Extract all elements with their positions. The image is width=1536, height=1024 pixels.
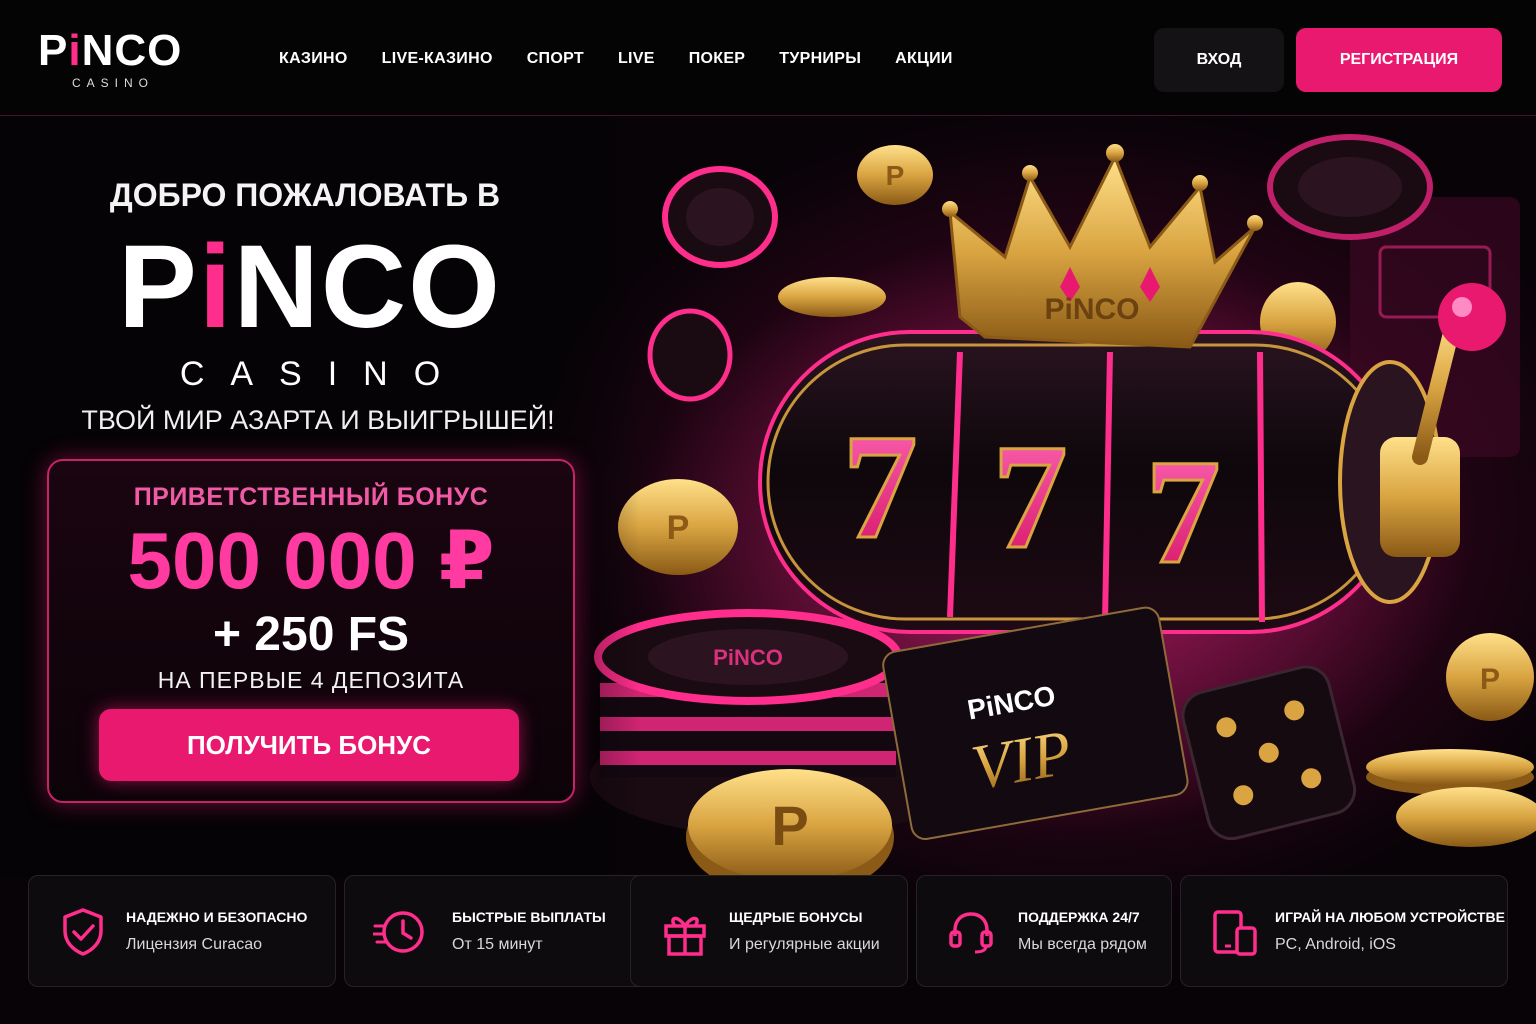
site-header: PiNCO CASINO КАЗИНО LIVE-КАЗИНО СПОРТ LI…	[0, 0, 1536, 116]
svg-text:7: 7	[843, 404, 918, 570]
nav-poker[interactable]: ПОКЕР	[672, 42, 763, 76]
hero-copy: ДОБРО ПОЖАЛОВАТЬ В PiNCO CASINO ТВОЙ МИР…	[0, 117, 640, 877]
site-logo[interactable]: PiNCO CASINO	[38, 26, 208, 96]
feature-title: БЫСТРЫЕ ВЫПЛАТЫ	[452, 909, 606, 925]
feature-title: ИГРАЙ НА ЛЮБОМ УСТРОЙСТВЕ	[1275, 909, 1505, 925]
logo-wordmark: PiNCO	[38, 26, 183, 75]
hero-logo: PiNCO	[118, 221, 502, 353]
nav-live[interactable]: LIVE	[601, 42, 672, 76]
svg-text:7: 7	[1146, 429, 1221, 595]
hero-banner: P P P PiNCO 7 7 7 PiNCO PiNCO VIP P ДОБР…	[0, 117, 1536, 1024]
bonus-amount: 500 000 ₽	[127, 516, 495, 605]
gold-coin: P	[1446, 633, 1534, 721]
hero-welcome: ДОБРО ПОЖАЛОВАТЬ В	[109, 177, 501, 213]
feature-subtitle: Мы всегда рядом	[1018, 936, 1147, 953]
hero-logo-subtitle: CASINO	[179, 355, 467, 393]
feature-subtitle: И регулярные акции	[729, 936, 880, 953]
gift-icon	[664, 916, 706, 956]
feature-subtitle: От 15 минут	[452, 936, 543, 953]
bonus-title: ПРИВЕТСТВЕННЫЙ БОНУС	[133, 483, 489, 511]
feature-safety: НАДЕЖНО И БЕЗОПАСНО Лицензия Curacao	[28, 875, 336, 987]
register-button[interactable]: РЕГИСТРАЦИЯ	[1296, 28, 1502, 92]
svg-text:P: P	[667, 509, 690, 547]
feature-subtitle: Лицензия Curacao	[126, 936, 263, 953]
feature-strip: НАДЕЖНО И БЕЗОПАСНО Лицензия Curacao БЫС…	[28, 875, 1508, 987]
nav-casino[interactable]: КАЗИНО	[262, 42, 365, 76]
feature-devices: ИГРАЙ НА ЛЮБОМ УСТРОЙСТВЕ PC, Android, i…	[1180, 875, 1508, 987]
hero-tagline: ТВОЙ МИР АЗАРТА И ВЫИГРЫШЕЙ!	[81, 405, 555, 435]
svg-text:P: P	[771, 794, 808, 857]
floating-chip	[662, 166, 778, 268]
nav-tournaments[interactable]: ТУРНИРЫ	[762, 42, 878, 76]
nav-promotions[interactable]: АКЦИИ	[878, 42, 970, 76]
slot-reels: 7 7 7	[758, 330, 1442, 634]
devices-icon	[1213, 910, 1257, 956]
welcome-bonus-card: ПРИВЕТСТВЕННЫЙ БОНУС 500 000 ₽ + 250 FS …	[47, 459, 575, 803]
feature-title: ЩЕДРЫЕ БОНУСЫ	[729, 909, 863, 925]
feature-subtitle: PC, Android, iOS	[1275, 936, 1396, 953]
headset-icon	[949, 912, 993, 954]
logo-subtitle: CASINO	[72, 76, 155, 90]
svg-text:PiNCO: PiNCO	[1044, 293, 1139, 326]
slot-machine-artwork: P P P PiNCO 7 7 7 PiNCO PiNCO VIP P	[590, 134, 1536, 877]
floating-chip	[1267, 134, 1433, 240]
nav-live-casino[interactable]: LIVE-КАЗИНО	[365, 42, 510, 76]
nav-sport[interactable]: СПОРТ	[510, 42, 601, 76]
svg-text:P: P	[886, 160, 905, 191]
gold-coin	[778, 277, 886, 317]
svg-text:P: P	[1480, 663, 1500, 696]
bonus-freespins: + 250 FS	[212, 608, 410, 661]
feature-title: ПОДДЕРЖКА 24/7	[1018, 909, 1140, 925]
get-bonus-button[interactable]: ПОЛУЧИТЬ БОНУС	[99, 709, 519, 781]
main-nav: КАЗИНО LIVE-КАЗИНО СПОРТ LIVE ПОКЕР ТУРН…	[262, 42, 970, 76]
gold-coin: P	[857, 145, 933, 205]
bonus-deposits-note: НА ПЕРВЫЕ 4 ДЕПОЗИТА	[157, 667, 465, 693]
feature-title: НАДЕЖНО И БЕЗОПАСНО	[126, 909, 308, 925]
feature-support: ПОДДЕРЖКА 24/7 Мы всегда рядом	[916, 875, 1172, 987]
gold-coin-stack	[1366, 749, 1536, 847]
svg-text:PiNCO: PiNCO	[713, 645, 783, 670]
feature-payouts: БЫСТРЫЕ ВЫПЛАТЫ От 15 минут	[344, 875, 650, 987]
shield-check-icon	[63, 908, 103, 956]
svg-text:7: 7	[993, 414, 1068, 580]
login-button[interactable]: ВХОД	[1154, 28, 1284, 92]
floating-chip	[647, 308, 733, 402]
fast-clock-icon	[373, 911, 424, 953]
feature-bonuses: ЩЕДРЫЕ БОНУСЫ И регулярные акции	[630, 875, 908, 987]
